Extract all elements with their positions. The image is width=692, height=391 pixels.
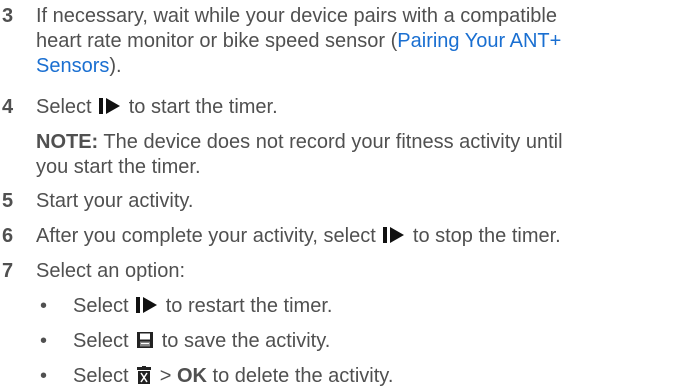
- step-text: If necessary, wait while your device pai…: [36, 5, 557, 27]
- step-number: 3: [2, 5, 14, 27]
- save-icon: [136, 331, 154, 355]
- note-text-line2: you start the timer.: [36, 156, 201, 178]
- pairing-link[interactable]: Pairing Your ANT+: [397, 30, 561, 52]
- step-text: Select an option:: [36, 260, 185, 282]
- start-stop-icon: [136, 296, 158, 320]
- step-text-line3: Sensors).: [36, 55, 122, 77]
- note-text: The device does not record your fitness …: [103, 131, 563, 153]
- trash-icon: [136, 366, 152, 390]
- bullet: •: [40, 365, 48, 387]
- note-label: NOTE:: [36, 131, 99, 153]
- bullet: •: [40, 330, 48, 352]
- step-number: 6: [2, 225, 14, 247]
- pairing-link-cont[interactable]: Sensors: [36, 55, 109, 77]
- step-text: Start your activity.: [36, 190, 194, 212]
- step-text-line2: heart rate monitor or bike speed sensor …: [36, 30, 562, 52]
- step-number: 7: [2, 260, 14, 282]
- step-number: 5: [2, 190, 14, 212]
- start-stop-icon: [99, 97, 121, 121]
- bullet: •: [40, 295, 48, 317]
- start-stop-icon: [383, 226, 405, 250]
- instructions-page: 3 If necessary, wait while your device p…: [0, 0, 692, 391]
- step-text: Select to start the timer.: [36, 95, 278, 121]
- step-text: After you complete your activity, select…: [36, 224, 561, 250]
- step-number: 4: [2, 96, 14, 118]
- ok-label: OK: [176, 365, 207, 387]
